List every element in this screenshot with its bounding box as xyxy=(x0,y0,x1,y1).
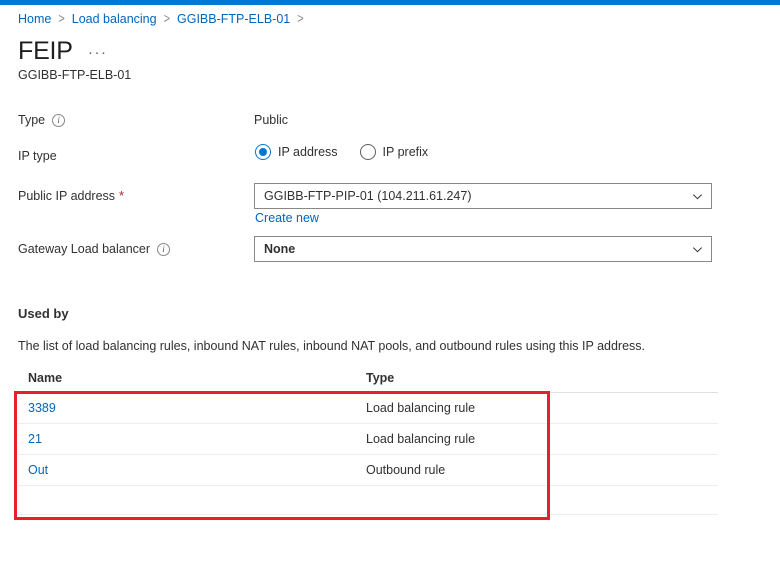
gateway-load-balancer-label-text: Gateway Load balancer xyxy=(18,242,151,256)
rule-type-cell: Load balancing rule xyxy=(366,432,476,446)
radio-option-ip-address[interactable]: IP address xyxy=(255,144,338,160)
public-ip-address-label-text: Public IP address xyxy=(18,189,116,203)
column-header-name[interactable]: Name xyxy=(18,370,366,386)
used-by-heading: Used by xyxy=(18,306,69,321)
breadcrumb-item-resource[interactable]: GGIBB-FTP-ELB-01 xyxy=(177,11,290,27)
radio-option-ip-prefix-label: IP prefix xyxy=(382,145,429,159)
ip-type-radio-group: IP address IP prefix xyxy=(255,144,450,160)
used-by-description: The list of load balancing rules, inboun… xyxy=(18,339,646,353)
column-header-type[interactable]: Type xyxy=(366,370,718,386)
rule-name-link[interactable]: 3389 xyxy=(28,401,56,415)
create-new-link[interactable]: Create new xyxy=(255,210,319,226)
ip-type-label-text: IP type xyxy=(18,149,57,163)
page-title: FEIP xyxy=(18,37,73,65)
type-label: Type i xyxy=(18,112,66,128)
ip-type-label: IP type xyxy=(18,148,57,164)
public-ip-address-label: Public IP address * xyxy=(18,188,124,204)
radio-option-ip-address-label: IP address xyxy=(278,145,338,159)
type-label-text: Type xyxy=(18,113,46,127)
radio-button-unselected-icon[interactable] xyxy=(359,144,376,160)
info-icon[interactable]: i xyxy=(52,113,66,127)
table-header-row: Name Type xyxy=(18,370,718,393)
breadcrumb-separator-icon: > xyxy=(58,11,65,27)
table-row[interactable]: 21 Load balancing rule xyxy=(18,424,718,455)
rule-type-cell: Outbound rule xyxy=(366,463,446,477)
breadcrumb-item-home[interactable]: Home xyxy=(18,11,51,27)
chevron-down-icon xyxy=(693,193,702,199)
page-subtitle: GGIBB-FTP-ELB-01 xyxy=(18,68,132,82)
table-row[interactable]: 3389 Load balancing rule xyxy=(18,393,718,424)
table-row[interactable]: Out Outbound rule xyxy=(18,455,718,486)
required-asterisk: * xyxy=(119,188,125,203)
more-options-button[interactable]: ··· xyxy=(88,45,108,61)
type-value: Public xyxy=(254,113,289,127)
gateway-load-balancer-label: Gateway Load balancer i xyxy=(18,241,171,257)
public-ip-address-select[interactable]: GGIBB-FTP-PIP-01 (104.211.61.247) xyxy=(254,183,712,209)
rule-type-cell: Load balancing rule xyxy=(366,401,476,415)
breadcrumb-separator-icon: > xyxy=(163,11,171,27)
rule-name-link[interactable]: Out xyxy=(28,463,48,477)
gateway-load-balancer-value: None xyxy=(264,242,296,256)
radio-option-ip-prefix[interactable]: IP prefix xyxy=(359,144,429,160)
breadcrumb-separator-icon: > xyxy=(297,11,304,27)
chevron-down-icon xyxy=(693,246,702,252)
top-accent-bar xyxy=(0,0,780,5)
rule-name-link[interactable]: 21 xyxy=(28,432,42,446)
table-empty-row xyxy=(18,486,718,515)
used-by-table: Name Type 3389 Load balancing rule 21 Lo… xyxy=(18,370,718,515)
breadcrumb: Home > Load balancing > GGIBB-FTP-ELB-01… xyxy=(18,11,311,27)
info-icon[interactable]: i xyxy=(157,242,171,256)
public-ip-address-value: GGIBB-FTP-PIP-01 (104.211.61.247) xyxy=(264,189,472,203)
breadcrumb-item-load-balancing[interactable]: Load balancing xyxy=(72,11,157,27)
gateway-load-balancer-select[interactable]: None xyxy=(254,236,712,262)
radio-button-selected-icon[interactable] xyxy=(255,144,271,160)
